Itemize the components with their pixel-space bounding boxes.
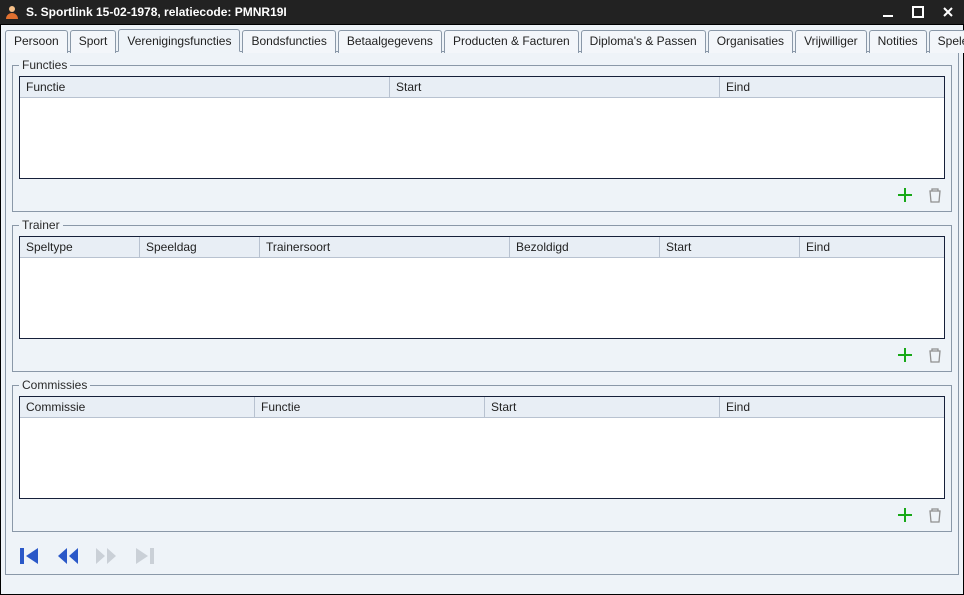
grid-commissies-body	[20, 418, 944, 498]
tab-organisaties[interactable]: Organisaties	[708, 30, 793, 53]
group-trainer: Trainer SpeltypeSpeeldagTrainersoortBezo…	[12, 218, 952, 372]
add-commissie-button[interactable]	[895, 505, 915, 525]
tab-diploma-s-passen[interactable]: Diploma's & Passen	[581, 30, 706, 53]
tab-panel-verenigingsfuncties: Functies FunctieStartEind Trainer	[5, 51, 959, 575]
tab-verenigingsfuncties[interactable]: Verenigingsfuncties	[118, 29, 240, 52]
group-commissies: Commissies CommissieFunctieStartEind	[12, 378, 952, 532]
column-header[interactable]: Speltype	[20, 237, 140, 257]
group-functies-actions	[19, 179, 945, 205]
column-header[interactable]: Bezoldigd	[510, 237, 660, 257]
grid-functies-header: FunctieStartEind	[20, 77, 944, 98]
close-button[interactable]	[936, 3, 960, 21]
group-commissies-legend: Commissies	[19, 378, 90, 392]
tab-notities[interactable]: Notities	[869, 30, 927, 53]
client-area: PersoonSportVerenigingsfunctiesBondsfunc…	[0, 24, 964, 595]
column-header[interactable]: Start	[390, 77, 720, 97]
tab-strip: PersoonSportVerenigingsfunctiesBondsfunc…	[5, 27, 959, 52]
column-header[interactable]: Start	[660, 237, 800, 257]
group-commissies-actions	[19, 499, 945, 525]
nav-next-button[interactable]	[92, 544, 120, 568]
column-header[interactable]: Eind	[720, 77, 944, 97]
minimize-button[interactable]	[876, 3, 900, 21]
grid-commissies[interactable]: CommissieFunctieStartEind	[19, 396, 945, 499]
tab-persoon[interactable]: Persoon	[5, 30, 68, 53]
grid-trainer[interactable]: SpeltypeSpeeldagTrainersoortBezoldigdSta…	[19, 236, 945, 339]
tab-vrijwilliger[interactable]: Vrijwilliger	[795, 30, 867, 53]
column-header[interactable]: Eind	[720, 397, 944, 417]
group-trainer-actions	[19, 339, 945, 365]
grid-trainer-body	[20, 258, 944, 338]
column-header[interactable]: Functie	[20, 77, 390, 97]
tab-spelerhistorie[interactable]: Spelerhistorie	[929, 30, 964, 53]
grid-functies[interactable]: FunctieStartEind	[19, 76, 945, 179]
tab-producten-facturen[interactable]: Producten & Facturen	[444, 30, 579, 53]
column-header[interactable]: Speeldag	[140, 237, 260, 257]
grid-trainer-header: SpeltypeSpeeldagTrainersoortBezoldigdSta…	[20, 237, 944, 258]
column-header[interactable]: Commissie	[20, 397, 255, 417]
column-header[interactable]: Trainersoort	[260, 237, 510, 257]
column-header[interactable]: Functie	[255, 397, 485, 417]
delete-functie-button[interactable]	[925, 185, 945, 205]
app-window: S. Sportlink 15-02-1978, relatiecode: PM…	[0, 0, 964, 595]
maximize-button[interactable]	[906, 3, 930, 21]
grid-functies-body	[20, 98, 944, 178]
nav-last-button[interactable]	[130, 544, 158, 568]
record-navigator	[12, 538, 952, 568]
nav-first-button[interactable]	[16, 544, 44, 568]
delete-commissie-button[interactable]	[925, 505, 945, 525]
tab-sport[interactable]: Sport	[70, 30, 117, 53]
group-functies: Functies FunctieStartEind	[12, 58, 952, 212]
tab-bondsfuncties[interactable]: Bondsfuncties	[242, 30, 335, 53]
delete-trainer-button[interactable]	[925, 345, 945, 365]
group-functies-legend: Functies	[19, 58, 70, 72]
grid-commissies-header: CommissieFunctieStartEind	[20, 397, 944, 418]
window-title: S. Sportlink 15-02-1978, relatiecode: PM…	[26, 5, 870, 19]
nav-prev-button[interactable]	[54, 544, 82, 568]
tab-betaalgegevens[interactable]: Betaalgegevens	[338, 30, 442, 53]
add-functie-button[interactable]	[895, 185, 915, 205]
column-header[interactable]: Start	[485, 397, 720, 417]
titlebar: S. Sportlink 15-02-1978, relatiecode: PM…	[0, 0, 964, 24]
column-header[interactable]: Eind	[800, 237, 944, 257]
add-trainer-button[interactable]	[895, 345, 915, 365]
group-trainer-legend: Trainer	[19, 218, 63, 232]
person-icon	[4, 4, 20, 20]
